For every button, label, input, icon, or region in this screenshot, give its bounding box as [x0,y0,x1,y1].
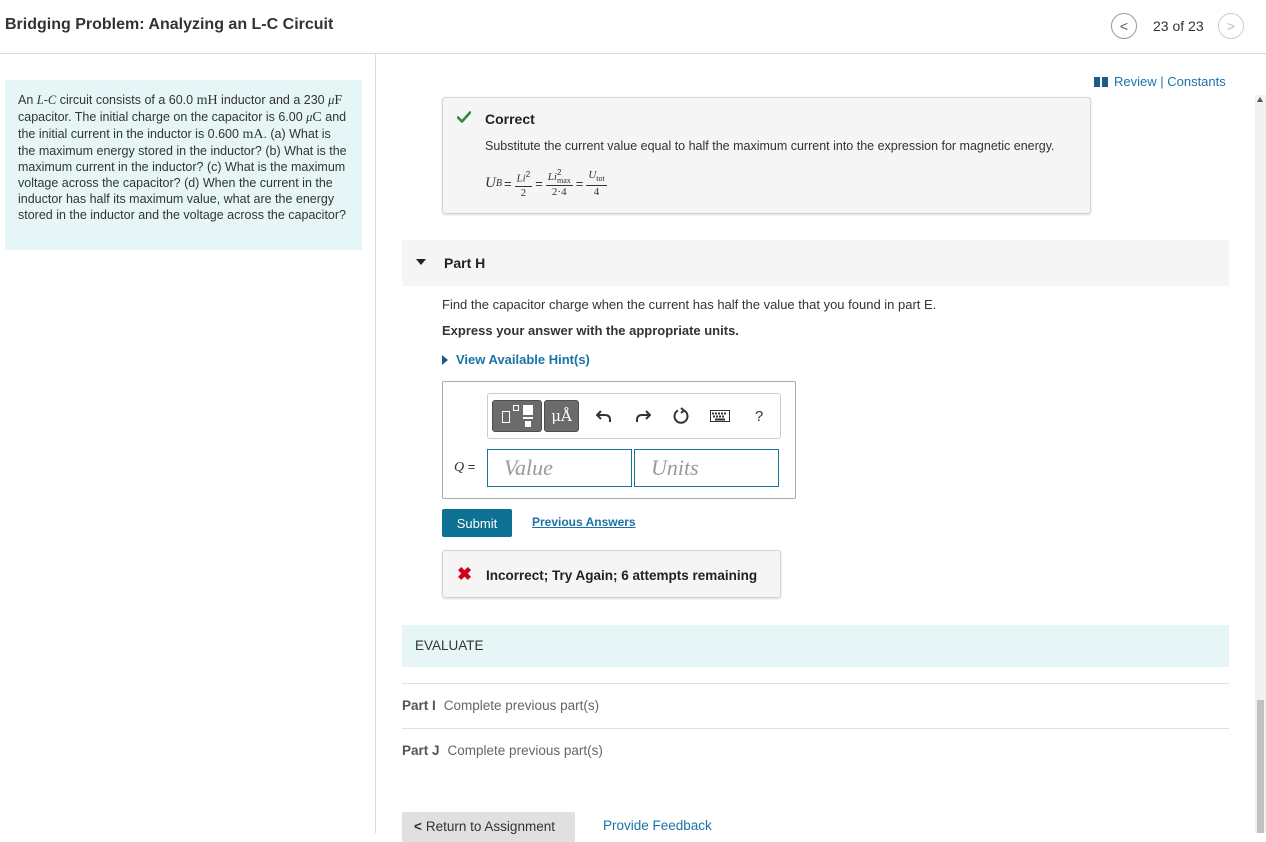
caret-right-icon [442,354,448,365]
provide-feedback-link[interactable]: Provide Feedback [603,818,712,833]
vertical-scrollbar[interactable] [1255,95,1266,833]
chevron-right-icon: > [1226,18,1236,34]
scrollbar-thumb[interactable] [1257,700,1264,833]
divider [402,683,1229,684]
evaluate-label: EVALUATE [415,638,484,653]
correct-feedback: Correct Substitute the current value equ… [442,97,1091,214]
answer-box: μÅ ? Q = [442,381,796,499]
part-h-label: Part H [444,255,486,271]
item-counter: 23 of 23 [1153,18,1204,34]
help-icon[interactable]: ? [749,406,769,426]
correct-explanation: Substitute the current value equal to ha… [485,139,1055,153]
part-j-row[interactable]: Part J Complete previous part(s) [402,743,603,758]
chevron-left-icon: < [414,819,422,834]
part-i-row[interactable]: Part I Complete previous part(s) [402,698,599,713]
review-constants-link[interactable]: Review | Constants [1094,74,1226,89]
templates-button[interactable] [492,400,542,432]
previous-answers-link[interactable]: Previous Answers [532,515,636,529]
next-item-button[interactable]: > [1218,13,1244,39]
math-toolbar: μÅ ? [487,393,781,439]
undo-icon[interactable] [594,406,614,426]
previous-item-button[interactable]: < [1111,13,1137,39]
fraction-3: Utot 4 [586,168,607,198]
units-button[interactable]: μÅ [544,400,579,432]
part-h-question: Find the capacitor charge when the curre… [442,297,937,312]
submit-button[interactable]: Submit [442,509,512,537]
evaluate-section: EVALUATE [402,625,1229,667]
keyboard-icon[interactable] [709,406,731,426]
close-x-icon: ✖ [457,564,473,584]
header: Bridging Problem: Analyzing an L-C Circu… [0,0,1266,54]
redo-icon[interactable] [633,406,653,426]
scroll-up-arrow-icon[interactable] [1257,97,1263,102]
correct-title: Correct [485,111,535,127]
magnetic-energy-formula: UB = Li2 2 = Li 2 max 2·4 = Utot 4 [485,167,607,199]
units-input[interactable] [634,449,779,487]
part-h-instruction: Express your answer with the appropriate… [442,323,739,338]
return-to-assignment-button[interactable]: < Return to Assignment [402,812,575,842]
incorrect-message: Incorrect; Try Again; 6 attempts remaini… [486,568,758,583]
value-input[interactable] [487,449,632,487]
problem-statement: An L-C circuit consists of a 60.0 mH ind… [5,80,362,250]
q-label: Q = [454,459,476,475]
fraction-2: Li 2 max 2·4 [545,167,573,198]
view-hints-link[interactable]: View Available Hint(s) [442,352,590,367]
incorrect-feedback: ✖ Incorrect; Try Again; 6 attempts remai… [442,550,781,598]
fraction-1: Li2 2 [514,170,533,199]
part-h-header[interactable]: Part H [402,240,1229,286]
book-icon [1094,76,1108,87]
checkmark-icon [457,111,471,123]
panel-divider [375,54,376,833]
reset-icon[interactable] [671,406,691,426]
caret-down-icon [416,259,426,265]
chevron-left-icon: < [1119,18,1129,34]
page-title: Bridging Problem: Analyzing an L-C Circu… [5,16,334,33]
divider [402,728,1229,729]
